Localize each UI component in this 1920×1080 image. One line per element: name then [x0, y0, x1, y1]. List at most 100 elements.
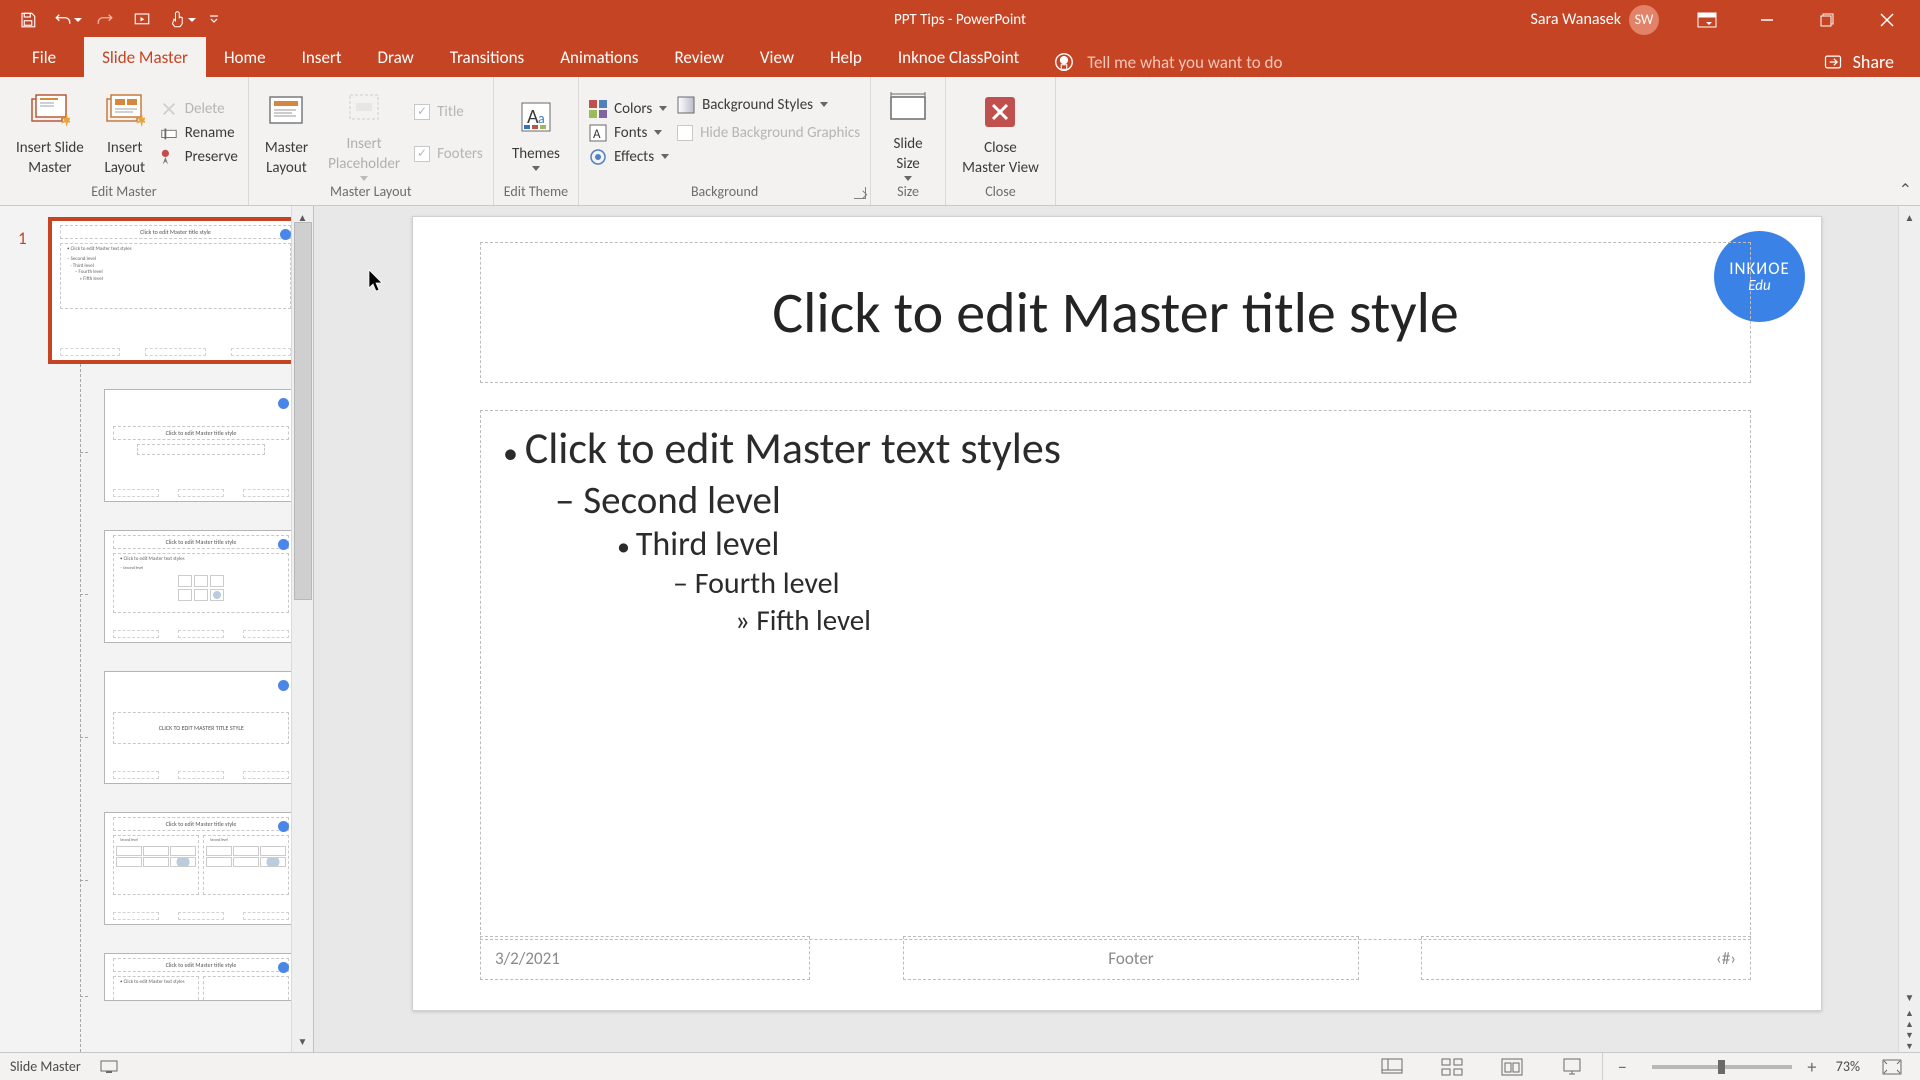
inknoe-logo-icon — [280, 229, 291, 240]
zoom-slider-thumb[interactable] — [1718, 1060, 1725, 1074]
user-name[interactable]: Sara Wanasek — [1531, 10, 1621, 29]
slide-master-thumbnail[interactable]: Click to edit Master title style • Click… — [51, 220, 291, 361]
tab-insert[interactable]: Insert — [284, 37, 360, 77]
normal-view-button[interactable] — [1362, 1053, 1422, 1080]
tab-file[interactable]: File — [0, 37, 84, 77]
master-title-placeholder[interactable]: Click to edit Master title style — [480, 242, 1751, 383]
user-avatar[interactable]: SW — [1629, 5, 1659, 35]
master-body-placeholder[interactable]: Click to edit Master text styles Second … — [480, 410, 1751, 940]
slide-sorter-view-button[interactable] — [1422, 1053, 1482, 1080]
layout-thumbnail[interactable]: Click to edit Master title style — [104, 389, 291, 502]
layout-tree-connector — [80, 364, 81, 1052]
slide-size-button[interactable]: Slide Size — [881, 83, 935, 182]
tab-home[interactable]: Home — [206, 37, 284, 77]
slideshow-view-button[interactable] — [1542, 1053, 1602, 1080]
group-edit-theme: Aa Themes Edit Theme — [494, 77, 579, 205]
restore-button[interactable] — [1797, 0, 1857, 39]
scroll-up-button[interactable]: ▲ — [1899, 206, 1920, 228]
layout-thumbnail[interactable]: CLICK TO EDIT MASTER TITLE STYLE — [104, 671, 291, 784]
tab-view[interactable]: View — [742, 37, 812, 77]
group-label-close: Close — [985, 183, 1016, 203]
tab-help[interactable]: Help — [812, 37, 880, 77]
slide-number-placeholder[interactable]: ‹#› — [1421, 936, 1751, 980]
group-label-background: Background — [691, 183, 758, 203]
scrollbar-thumb[interactable] — [294, 222, 312, 600]
tell-me-placeholder: Tell me what you want to do — [1087, 52, 1282, 73]
tab-slide-master[interactable]: Slide Master — [84, 37, 206, 77]
footer-placeholder[interactable]: Footer — [903, 936, 1359, 980]
prev-slide-button[interactable]: ▲▲ — [1905, 1008, 1915, 1030]
start-from-beginning-button[interactable] — [122, 0, 162, 39]
ribbon-display-options-button[interactable] — [1677, 0, 1737, 39]
chevron-down-icon — [659, 106, 667, 112]
group-background: Colors A Fonts Effects Background Sty — [579, 77, 871, 205]
group-close: Close Master View Close — [946, 77, 1056, 205]
chevron-down-icon — [661, 154, 669, 160]
tab-transitions[interactable]: Transitions — [432, 37, 542, 77]
tell-me-search[interactable]: Tell me what you want to do — [1037, 51, 1298, 77]
background-dialog-launcher[interactable] — [854, 187, 866, 199]
body-level-5: Fifth level — [735, 602, 1728, 638]
layout-thumbnail[interactable]: Click to edit Master title style • Click… — [104, 530, 291, 643]
display-settings-icon[interactable] — [99, 1057, 119, 1077]
chevron-down-icon — [904, 176, 912, 182]
status-bar: Slide Master − + 73% — [0, 1052, 1920, 1080]
slide-master-canvas[interactable]: INKИOE Edu Click to edit Master title st… — [412, 216, 1822, 1011]
minimize-button[interactable] — [1737, 0, 1797, 39]
tab-inknoe-classpoint[interactable]: Inknoe ClassPoint — [880, 37, 1037, 77]
layout-thumbnail[interactable]: Click to edit Master title style Second … — [104, 812, 291, 925]
close-icon — [979, 91, 1021, 133]
date-placeholder[interactable]: 3/2/2021 — [480, 936, 810, 980]
inknoe-logo-icon — [278, 680, 289, 691]
group-label-master-layout: Master Layout — [330, 183, 411, 203]
footers-checkbox: Footers — [414, 145, 483, 163]
group-label-size: Size — [897, 183, 919, 203]
insert-layout-button[interactable]: ✶ Insert Layout — [98, 87, 152, 178]
effects-button[interactable]: Effects — [589, 148, 669, 166]
scroll-down-button[interactable]: ▼ — [1905, 986, 1915, 1008]
title-bar-right: Sara Wanasek SW — [1531, 0, 1920, 39]
master-layout-button[interactable]: Master Layout — [259, 87, 314, 178]
background-styles-button[interactable]: Background Styles — [677, 96, 860, 114]
close-window-button[interactable] — [1857, 0, 1917, 39]
svg-text:A: A — [593, 127, 601, 142]
ribbon: ✶ Insert Slide Master ✶ Insert Layout De… — [0, 77, 1920, 206]
scroll-down-button[interactable]: ▼ — [292, 1030, 313, 1052]
fit-to-window-button[interactable] — [1874, 1053, 1910, 1080]
touch-mouse-mode-button[interactable] — [162, 0, 202, 39]
ribbon-tabs: File Slide Master Home Insert Draw Trans… — [0, 39, 1920, 77]
delete-button: Delete — [160, 100, 238, 118]
save-button[interactable] — [8, 0, 48, 39]
group-size: Slide Size Size — [871, 77, 946, 205]
slide-canvas-area[interactable]: INKИOE Edu Click to edit Master title st… — [314, 206, 1920, 1052]
colors-button[interactable]: Colors — [589, 100, 669, 118]
document-title: PPT Tips - PowerPoint — [894, 11, 1026, 29]
redo-button[interactable] — [88, 0, 122, 39]
zoom-out-button[interactable]: − — [1612, 1056, 1632, 1078]
zoom-slider[interactable] — [1652, 1065, 1792, 1069]
share-button[interactable]: Share — [1797, 51, 1920, 77]
svg-text:✶: ✶ — [135, 112, 145, 131]
tab-animations[interactable]: Animations — [542, 37, 656, 77]
thumbnail-scrollbar[interactable]: ▲ ▼ — [291, 206, 313, 1052]
master-number: 1 — [18, 228, 27, 249]
zoom-level[interactable]: 73% — [1836, 1058, 1860, 1075]
themes-button[interactable]: Aa Themes — [506, 93, 566, 173]
undo-button[interactable] — [48, 0, 88, 39]
fonts-button[interactable]: A Fonts — [589, 124, 669, 142]
zoom-in-button[interactable]: + — [1802, 1056, 1822, 1078]
tab-draw[interactable]: Draw — [360, 37, 432, 77]
preserve-button[interactable]: Preserve — [160, 148, 238, 166]
slide-size-icon — [887, 87, 929, 129]
insert-slide-master-button[interactable]: ✶ Insert Slide Master — [10, 87, 90, 178]
layout-thumbnail[interactable]: Click to edit Master title style • Click… — [104, 953, 291, 1001]
rename-button[interactable]: Rename — [160, 124, 238, 142]
collapse-ribbon-button[interactable]: ⌃ — [1899, 180, 1912, 200]
tab-review[interactable]: Review — [656, 37, 741, 77]
next-slide-button[interactable]: ▼▼ — [1905, 1030, 1915, 1052]
group-label-edit-master: Edit Master — [91, 183, 156, 203]
reading-view-button[interactable] — [1482, 1053, 1542, 1080]
customize-qat-button[interactable] — [202, 0, 226, 39]
canvas-vertical-scrollbar[interactable]: ▲ ▼ ▲▲ ▼▼ — [1898, 206, 1920, 1052]
close-master-view-button[interactable]: Close Master View — [956, 87, 1045, 178]
